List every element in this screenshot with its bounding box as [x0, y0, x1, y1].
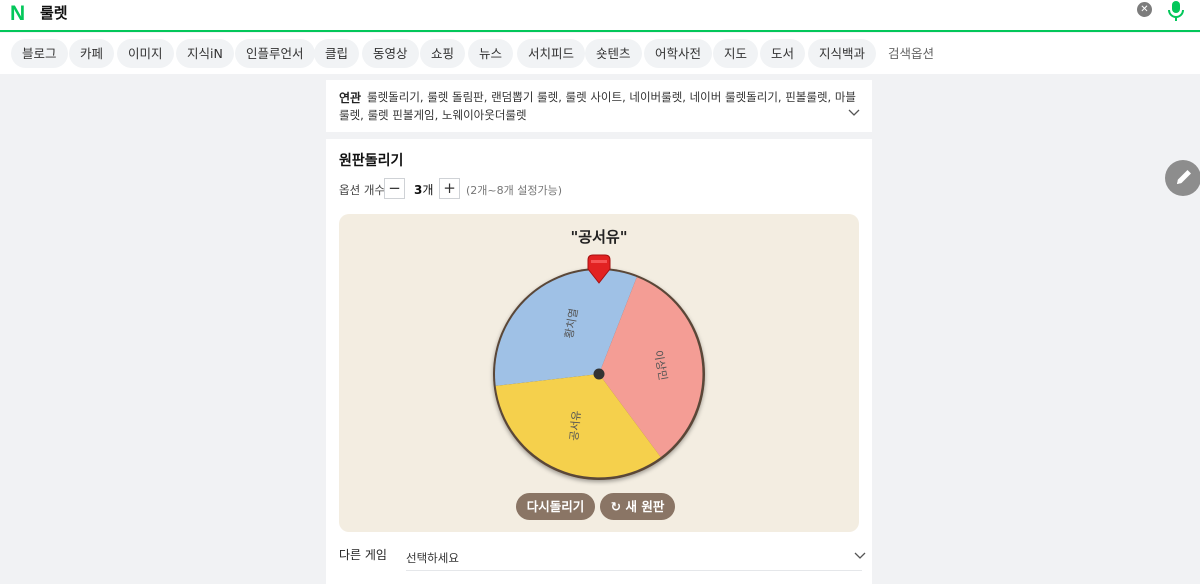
- option-count-label: 옵션 개수: [339, 183, 385, 197]
- panel-title: 원판돌리기: [339, 153, 404, 169]
- tab-influencer[interactable]: 인플루언서: [235, 39, 315, 68]
- tab-searchfeed[interactable]: 서치피드: [517, 39, 586, 68]
- tab-shopping[interactable]: 쇼핑: [420, 39, 466, 68]
- related-label: 연관: [339, 91, 362, 105]
- tab-books[interactable]: 도서: [760, 39, 806, 68]
- search-bar: N 룰렛 ✕: [0, 0, 1200, 32]
- tab-search-options[interactable]: 검색옵션: [877, 39, 945, 68]
- search-tabs: 블로그 카페 이미지 지식iN 인플루언서 클립 동영상 쇼핑 뉴스 서치피드 …: [0, 33, 1200, 74]
- wheel-area: "공서유" 황치열 이상민 공서유 다시돌리기 ↻ 새 원판: [339, 214, 859, 532]
- tab-shortents[interactable]: 숏텐츠: [585, 39, 642, 68]
- tab-dictionary[interactable]: 어학사전: [644, 39, 713, 68]
- option-count-unit: 개: [422, 183, 434, 197]
- microphone-icon[interactable]: [1166, 0, 1186, 22]
- option-hint: (2개~8개 설정가능): [466, 184, 563, 197]
- tab-kin[interactable]: 지식iN: [176, 39, 234, 68]
- refresh-icon: ↻: [610, 499, 622, 514]
- result-text: "공서유": [570, 228, 628, 246]
- tab-video[interactable]: 동영상: [362, 39, 419, 68]
- pencil-icon[interactable]: [1165, 160, 1200, 196]
- new-wheel-label: 새 원판: [625, 499, 665, 514]
- chevron-down-icon[interactable]: [854, 549, 866, 561]
- select-underline: [406, 570, 862, 571]
- naver-logo[interactable]: N: [10, 2, 25, 26]
- increase-button[interactable]: +: [439, 178, 460, 199]
- roulette-wheel[interactable]: 황치열 이상민 공서유: [487, 252, 711, 486]
- tab-image[interactable]: 이미지: [117, 39, 174, 68]
- chevron-down-icon[interactable]: [848, 106, 860, 118]
- tab-clip[interactable]: 클립: [314, 39, 360, 68]
- related-keywords[interactable]: 룰렛돌리기, 룰렛 돌림판, 랜덤뽑기 룰렛, 룰렛 사이트, 네이버룰렛, 네…: [339, 88, 859, 124]
- tab-cafe[interactable]: 카페: [69, 39, 115, 68]
- tab-blog[interactable]: 블로그: [11, 39, 68, 68]
- new-wheel-button[interactable]: ↻ 새 원판: [600, 493, 675, 520]
- decrease-button[interactable]: −: [384, 178, 405, 199]
- other-game-label: 다른 게임: [339, 548, 387, 562]
- tab-map[interactable]: 지도: [713, 39, 759, 68]
- tab-news[interactable]: 뉴스: [468, 39, 514, 68]
- tab-encyclopedia[interactable]: 지식백과: [808, 39, 877, 68]
- roulette-panel: 원판돌리기 옵션 개수 − 3개 + (2개~8개 설정가능) "공서유" 황치…: [326, 139, 872, 584]
- search-query[interactable]: 룰렛: [40, 2, 68, 23]
- wheel-center-dot: [593, 368, 605, 380]
- option-count: 3개: [414, 181, 433, 198]
- other-game-select[interactable]: 선택하세요: [406, 550, 459, 566]
- segment-label-yellow: 공서유: [568, 410, 584, 441]
- close-icon[interactable]: ✕: [1137, 2, 1152, 17]
- spin-again-button[interactable]: 다시돌리기: [516, 493, 595, 520]
- related-searches: 룰렛돌리기, 룰렛 돌림판, 랜덤뽑기 룰렛, 룰렛 사이트, 네이버룰렛, 네…: [326, 80, 872, 132]
